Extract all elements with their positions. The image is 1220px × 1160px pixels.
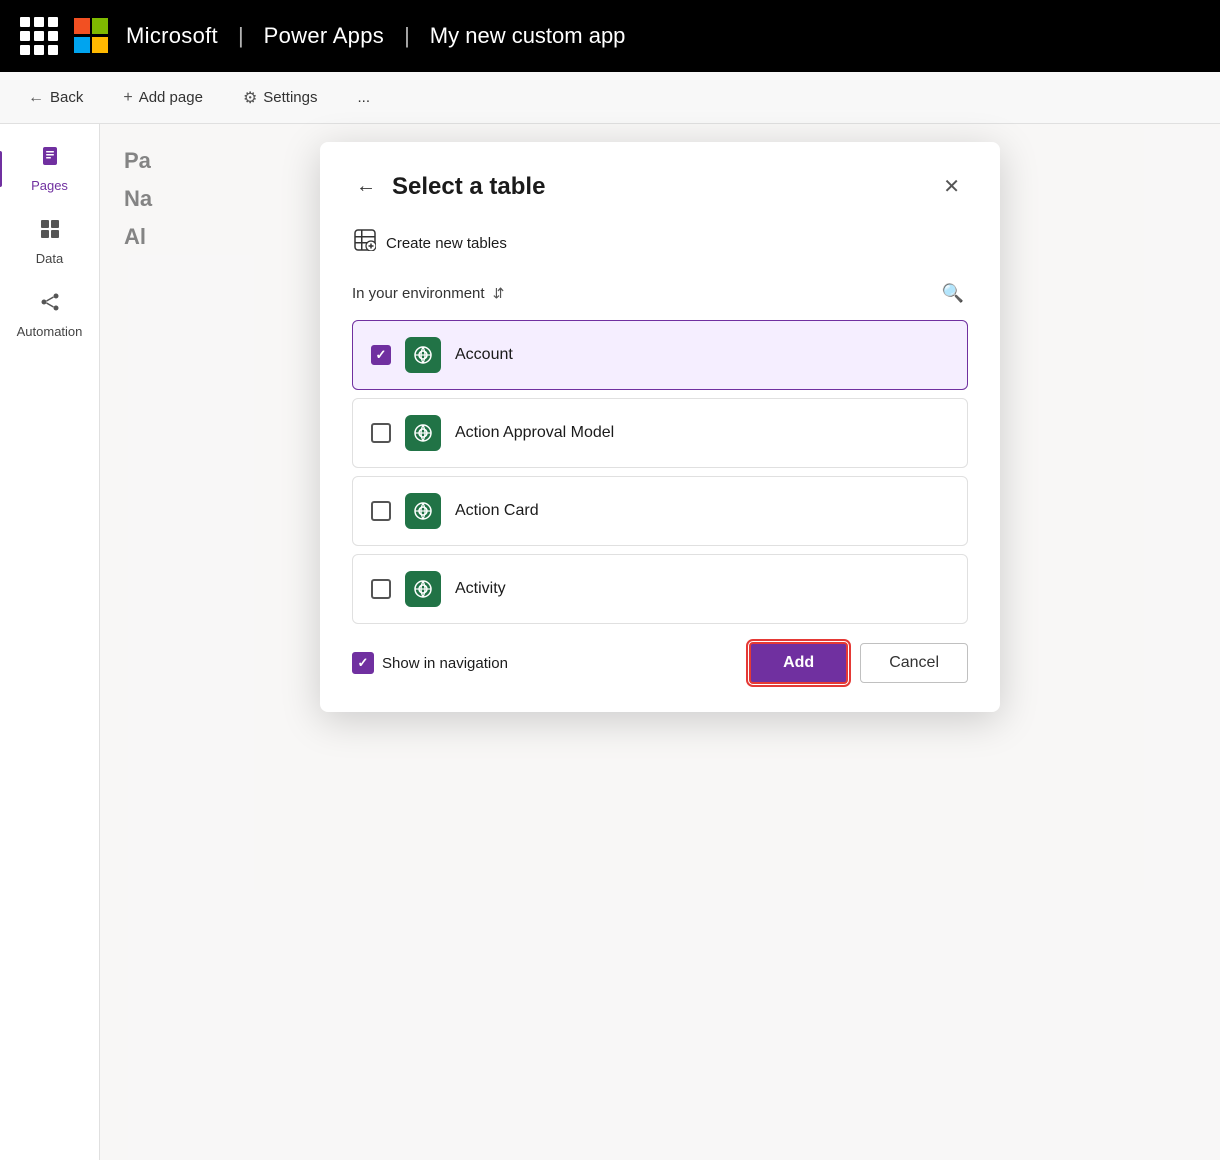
action-card-name: Action Card: [455, 502, 539, 520]
create-table-icon: [354, 229, 376, 257]
settings-button[interactable]: ⚙ Settings: [235, 84, 326, 112]
back-label: Back: [50, 89, 83, 106]
activity-name: Activity: [455, 580, 506, 598]
activity-icon: [405, 571, 441, 607]
table-item-account[interactable]: Account: [352, 320, 968, 390]
show-in-navigation-row[interactable]: Show in navigation: [352, 652, 508, 674]
chevron-updown-icon: ⇵: [493, 285, 505, 302]
dialog-back-button[interactable]: ←: [352, 171, 380, 202]
table-item-activity[interactable]: Activity: [352, 554, 968, 624]
automation-icon: [38, 290, 62, 320]
add-page-label: Add page: [139, 89, 203, 106]
sidebar: Pages Data: [0, 124, 100, 1160]
microsoft-label: Microsoft: [126, 23, 218, 49]
dialog-footer: Show in navigation Add Cancel: [352, 642, 968, 684]
app-name: My new custom app: [430, 23, 626, 49]
table-item-action-card[interactable]: Action Card: [352, 476, 968, 546]
microsoft-logo: [74, 18, 110, 54]
apps-grid-icon[interactable]: [20, 17, 58, 55]
sidebar-item-automation[interactable]: Automation: [10, 280, 90, 349]
sidebar-automation-label: Automation: [17, 324, 83, 339]
table-item-action-approval-model[interactable]: Action Approval Model: [352, 398, 968, 468]
dialog-title: Select a table: [392, 173, 545, 201]
show-navigation-checkbox[interactable]: [352, 652, 374, 674]
action-card-icon: [405, 493, 441, 529]
content-area: Pa Na Al ← Select a table ✕: [100, 124, 1220, 1160]
settings-label: Settings: [263, 89, 317, 106]
dialog-close-button[interactable]: ✕: [935, 170, 968, 203]
add-page-button[interactable]: + Add page: [115, 85, 211, 111]
top-bar: Microsoft | Power Apps | My new custom a…: [0, 0, 1220, 72]
activity-checkbox[interactable]: [371, 579, 391, 599]
create-new-label: Create new tables: [386, 235, 507, 252]
cancel-button[interactable]: Cancel: [860, 643, 968, 683]
add-button[interactable]: Add: [749, 642, 848, 684]
topbar-divider: |: [238, 23, 244, 49]
sidebar-item-data[interactable]: Data: [10, 207, 90, 276]
create-new-tables-row[interactable]: Create new tables: [352, 225, 968, 261]
environment-label: In your environment: [352, 285, 485, 302]
sidebar-item-pages[interactable]: Pages: [10, 134, 90, 203]
more-button[interactable]: ...: [349, 85, 378, 110]
main-layout: Pages Data: [0, 124, 1220, 1160]
toolbar: ← Back + Add page ⚙ Settings ...: [0, 72, 1220, 124]
data-icon: [38, 217, 62, 247]
back-icon: ←: [28, 89, 44, 107]
sidebar-data-label: Data: [36, 251, 63, 266]
account-name: Account: [455, 346, 513, 364]
environment-row: In your environment ⇵ 🔍: [352, 279, 968, 308]
action-approval-checkbox[interactable]: [371, 423, 391, 443]
gear-icon: ⚙: [243, 88, 257, 108]
sidebar-pages-label: Pages: [31, 178, 68, 193]
account-icon: [405, 337, 441, 373]
topbar-divider2: |: [404, 23, 410, 49]
account-checkbox[interactable]: [371, 345, 391, 365]
action-approval-name: Action Approval Model: [455, 424, 614, 442]
dialog-header: ← Select a table ✕: [352, 170, 968, 203]
search-button[interactable]: 🔍: [938, 279, 968, 308]
dialog-title-row: ← Select a table: [352, 171, 545, 202]
pages-icon: [38, 144, 62, 174]
action-approval-icon: [405, 415, 441, 451]
more-label: ...: [357, 89, 370, 106]
action-card-checkbox[interactable]: [371, 501, 391, 521]
show-navigation-label: Show in navigation: [382, 655, 508, 672]
plus-icon: +: [123, 89, 132, 107]
environment-selector[interactable]: In your environment ⇵: [352, 285, 504, 302]
select-table-dialog: ← Select a table ✕: [320, 142, 1000, 712]
back-button[interactable]: ← Back: [20, 85, 91, 111]
product-name: Power Apps: [264, 23, 384, 49]
table-list: Account Action Approval Model: [352, 320, 968, 624]
